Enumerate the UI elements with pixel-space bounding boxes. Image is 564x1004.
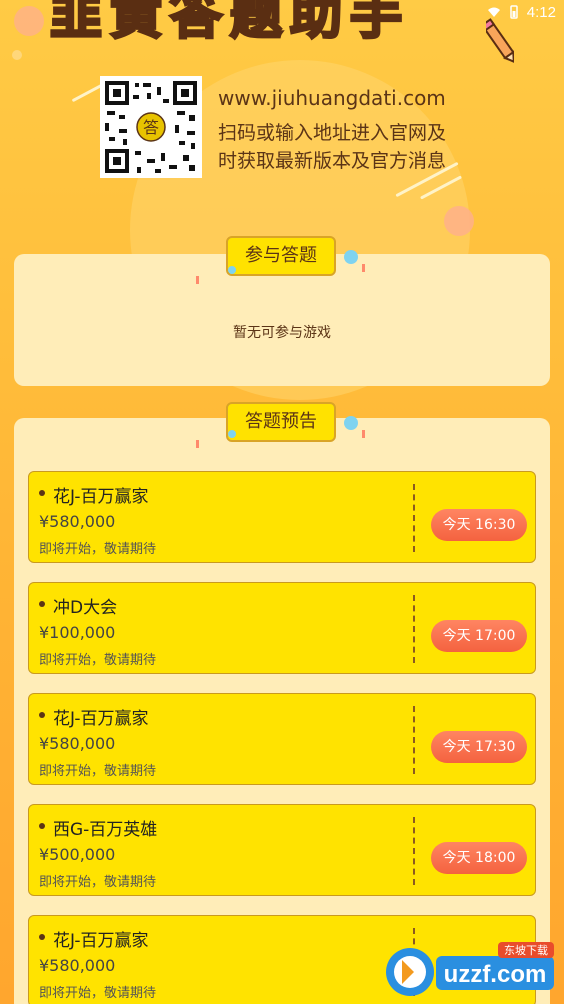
- status-bar: 4:12: [487, 2, 556, 22]
- battery-icon: [510, 5, 518, 19]
- game-prize: ¥580,000: [39, 956, 116, 975]
- game-prize: ¥580,000: [39, 512, 116, 531]
- qr-desc-line1: 扫码或输入地址进入官网及: [218, 122, 447, 144]
- qr-code[interactable]: 答: [100, 76, 202, 178]
- bullet-icon: [39, 490, 45, 496]
- watermark-sub: 东坡下载: [504, 944, 548, 957]
- game-status: 即将开始，敬请期待: [39, 764, 157, 779]
- game-status: 即将开始，敬请期待: [39, 875, 157, 890]
- decor-circle: [444, 206, 474, 236]
- game-card[interactable]: 西G-百万英雄 ¥500,000 即将开始，敬请期待 今天 18:00: [28, 804, 536, 896]
- game-card[interactable]: 花J-百万赢家 ¥580,000 即将开始，敬请期待 今天 16:30: [28, 471, 536, 563]
- app-title: 韭黄答题助手: [50, 0, 411, 46]
- watermark-brand: uzzf.com: [444, 961, 547, 988]
- game-card[interactable]: 花J-百万赢家 ¥580,000 即将开始，敬请期待 今天 17:30: [28, 693, 536, 785]
- website-url[interactable]: www.jiuhuangdati.com: [218, 86, 446, 110]
- game-prize: ¥500,000: [39, 845, 116, 864]
- tab-participate[interactable]: 参与答题: [226, 236, 336, 276]
- pencil-icon: [486, 18, 514, 64]
- game-status: 即将开始，敬请期待: [39, 986, 157, 1001]
- bullet-icon: [39, 712, 45, 718]
- decor-circle: [14, 6, 44, 36]
- bullet-icon: [39, 934, 45, 940]
- wifi-icon: [487, 7, 500, 17]
- game-time-button[interactable]: 今天 17:00: [431, 620, 527, 652]
- card-divider: [413, 706, 415, 774]
- game-time-button[interactable]: 今天 18:00: [431, 842, 527, 874]
- qr-desc-line2: 时获取最新版本及官方消息: [218, 150, 447, 172]
- game-prize: ¥100,000: [39, 623, 116, 642]
- bullet-icon: [39, 823, 45, 829]
- game-name: 花J-百万赢家: [53, 487, 149, 507]
- status-time: 4:12: [526, 3, 556, 21]
- watermark-logo: uzzf.com 东坡下载: [386, 942, 554, 996]
- decor-tick: [362, 430, 365, 438]
- decor-dot: [344, 416, 358, 430]
- game-time-button[interactable]: 今天 17:30: [431, 731, 527, 763]
- game-card[interactable]: 冲D大会 ¥100,000 即将开始，敬请期待 今天 17:00: [28, 582, 536, 674]
- qr-center-label: 答: [143, 118, 159, 137]
- bullet-icon: [39, 601, 45, 607]
- decor-tick: [196, 276, 199, 284]
- decor-dot: [228, 266, 236, 274]
- decor-dot: [228, 430, 236, 438]
- decor-dot: [344, 250, 358, 264]
- decor-tick: [362, 264, 365, 272]
- empty-state-text: 暂无可参与游戏: [233, 325, 331, 341]
- card-divider: [413, 484, 415, 552]
- game-name: 西G-百万英雄: [53, 820, 158, 840]
- decor-dot: [12, 50, 22, 60]
- tab-preview[interactable]: 答题预告: [226, 402, 336, 442]
- card-divider: [413, 817, 415, 885]
- game-name: 冲D大会: [53, 598, 118, 618]
- decor-tick: [196, 440, 199, 448]
- game-prize: ¥580,000: [39, 734, 116, 753]
- game-name: 花J-百万赢家: [53, 931, 149, 951]
- game-status: 即将开始，敬请期待: [39, 542, 157, 557]
- card-divider: [413, 595, 415, 663]
- game-time-button[interactable]: 今天 16:30: [431, 509, 527, 541]
- game-name: 花J-百万赢家: [53, 709, 149, 729]
- game-status: 即将开始，敬请期待: [39, 653, 157, 668]
